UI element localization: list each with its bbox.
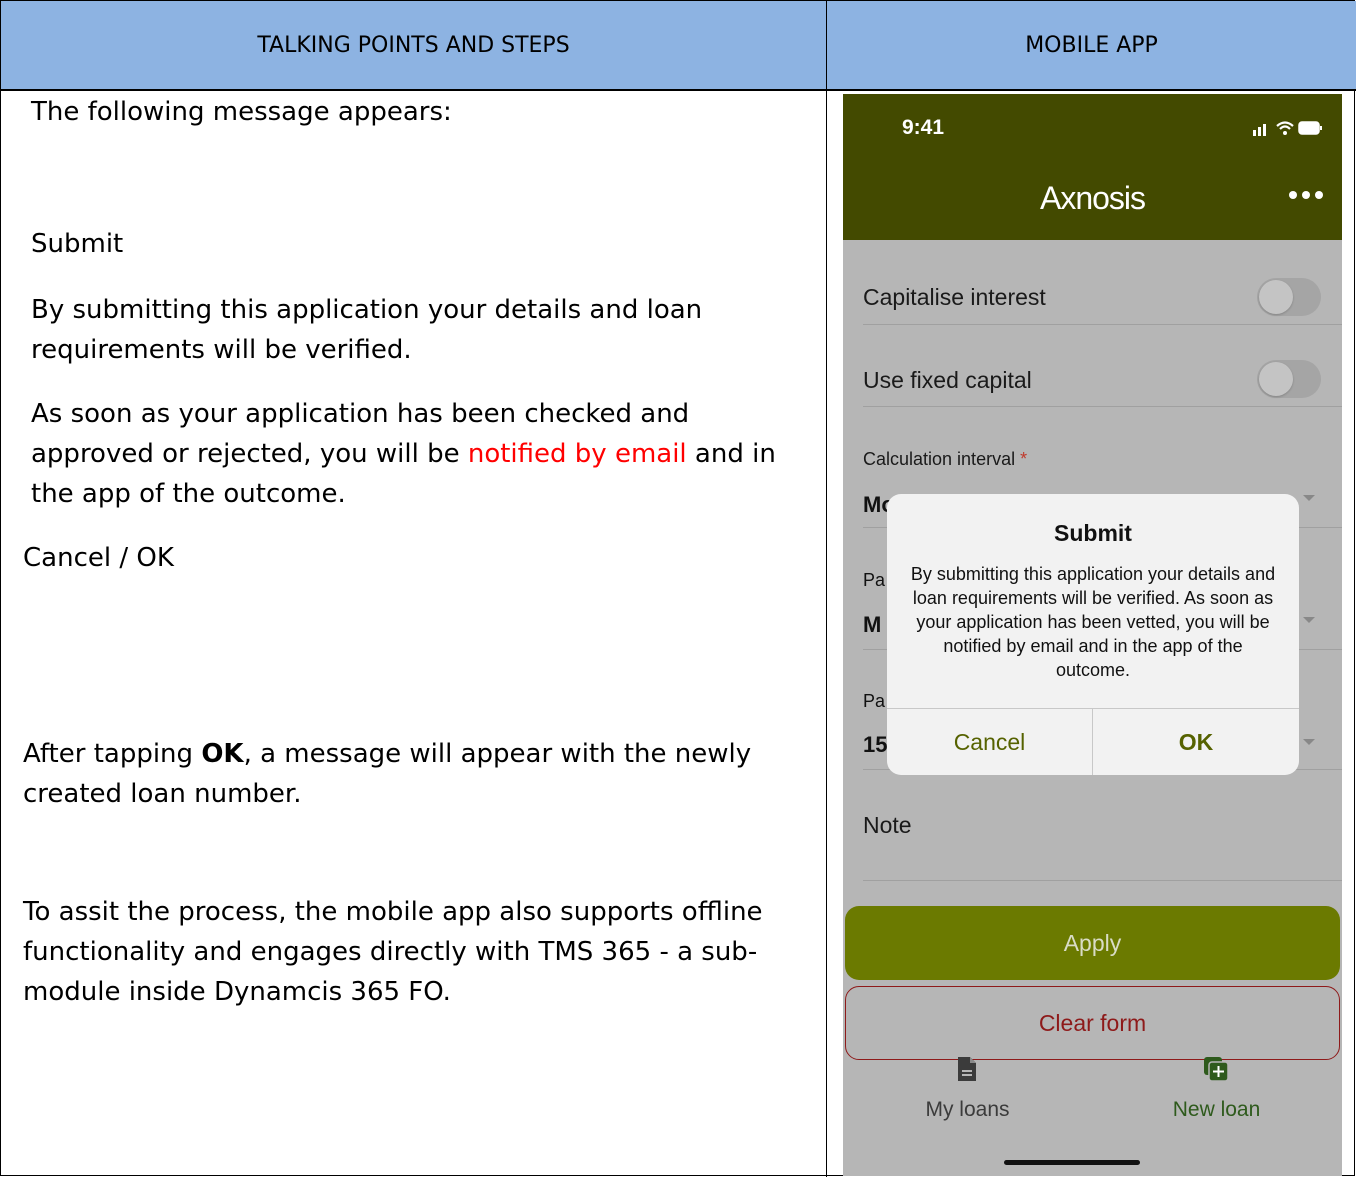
tab-new-loan[interactable]: New loan xyxy=(1092,1056,1341,1136)
required-mark: * xyxy=(1020,449,1028,469)
status-time: 9:41 xyxy=(902,116,945,139)
column-divider xyxy=(826,91,827,1177)
submit-paragraph: By submitting this application your deta… xyxy=(31,295,703,365)
divider xyxy=(863,406,1342,407)
divider xyxy=(863,880,1342,881)
home-indicator xyxy=(1004,1160,1140,1165)
buttons-text: Cancel / OK xyxy=(23,543,174,573)
submit-heading: Submit xyxy=(31,229,124,259)
use-fixed-capital-toggle[interactable] xyxy=(1257,360,1321,398)
tab-my-loans[interactable]: My loans xyxy=(843,1056,1092,1136)
dialog-cancel-button[interactable]: Cancel xyxy=(887,709,1092,775)
note-label: Note xyxy=(863,812,912,838)
tab-new-loan-label: New loan xyxy=(1172,1098,1261,1121)
payment-value-2[interactable]: 15 xyxy=(863,732,887,758)
notify-highlight: notified by email xyxy=(467,439,687,469)
capitalise-interest-toggle[interactable] xyxy=(1257,278,1321,316)
capitalise-interest-label: Capitalise interest xyxy=(863,284,1046,310)
payment-value-1[interactable]: M xyxy=(863,612,881,638)
after-ok-paragraph: After tapping OK, a message will appear … xyxy=(23,734,783,814)
dialog-message: By submitting this application your deta… xyxy=(910,564,1276,680)
intro-text: The following message appears: xyxy=(31,97,452,127)
payment-label-1: Pa xyxy=(863,570,886,590)
divider xyxy=(863,324,1342,325)
status-icons xyxy=(1253,121,1322,136)
dialog-ok-button[interactable]: OK xyxy=(1093,709,1299,775)
chevron-down-icon[interactable] xyxy=(1303,617,1315,623)
app-header: 9:41 Axnosis xyxy=(843,94,1342,240)
dialog-title: Submit xyxy=(1054,520,1132,546)
offline-paragraph: To assit the process, the mobile app als… xyxy=(23,897,763,1007)
clear-form-button[interactable]: Clear form xyxy=(845,986,1340,1060)
submit-dialog: Submit By submitting this application yo… xyxy=(887,494,1299,775)
after-ok-bold: OK xyxy=(201,739,244,769)
header-mobile-app: MOBILE APP xyxy=(827,1,1356,91)
axnosis-logo: Axnosis xyxy=(1039,180,1146,216)
mobile-app-screenshot: 9:41 Axnosis Capitalise interest Use fix… xyxy=(843,94,1342,1176)
chevron-down-icon[interactable] xyxy=(1303,739,1315,745)
chevron-down-icon[interactable] xyxy=(1303,495,1315,501)
notify-paragraph: As soon as your application has been che… xyxy=(31,394,791,514)
header-talking-points-label: TALKING POINTS AND STEPS xyxy=(257,32,570,58)
use-fixed-capital-label: Use fixed capital xyxy=(863,367,1032,393)
payment-label-2: Pa xyxy=(863,691,886,711)
add-loan-icon xyxy=(1204,1057,1229,1082)
calculation-interval-text: Calculation interval xyxy=(863,449,1016,469)
header-mobile-app-label: MOBILE APP xyxy=(1025,32,1158,58)
apply-button[interactable]: Apply xyxy=(845,906,1340,980)
after-ok-before: After tapping xyxy=(23,739,202,769)
header-talking-points: TALKING POINTS AND STEPS xyxy=(1,1,827,91)
calculation-interval-label: Calculation interval * xyxy=(863,449,1027,470)
document-icon xyxy=(958,1057,976,1081)
tab-my-loans-label: My loans xyxy=(925,1098,1010,1121)
more-options-icon[interactable] xyxy=(1288,190,1324,200)
